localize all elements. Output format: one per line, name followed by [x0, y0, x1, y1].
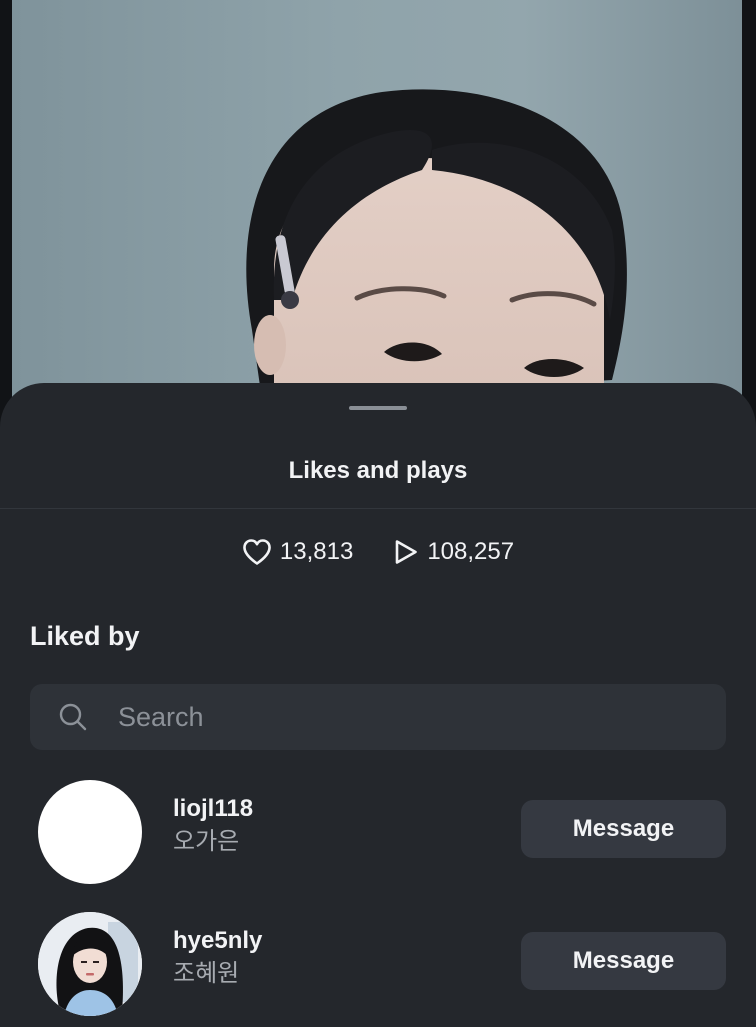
- message-button[interactable]: Message: [521, 800, 726, 858]
- list-item[interactable]: hye5nly 조혜원 Message: [0, 912, 756, 1016]
- full-name: 오가은: [173, 827, 240, 855]
- avatar[interactable]: [38, 780, 142, 884]
- divider: [0, 508, 756, 509]
- full-name: 조혜원: [173, 959, 240, 987]
- plays-count: 108,257: [427, 538, 515, 565]
- user-names: hye5nly 조혜원: [173, 926, 262, 990]
- search-bar[interactable]: [30, 684, 726, 750]
- plays-stat: 108,257: [393, 538, 514, 566]
- avatar[interactable]: [38, 912, 142, 1016]
- likes-stat: 13,813: [242, 538, 353, 566]
- message-button[interactable]: Message: [521, 932, 726, 990]
- heart-icon: [242, 538, 272, 566]
- list-item[interactable]: liojl118 오가은 Message: [0, 780, 756, 884]
- username[interactable]: hye5nly: [173, 926, 262, 956]
- avatar-photo: [38, 912, 142, 1016]
- liked-by-heading: Liked by: [30, 621, 140, 651]
- post-photo[interactable]: [12, 0, 742, 420]
- stats-row: 13,813 108,257: [0, 533, 756, 571]
- likes-count: 13,813: [279, 538, 354, 565]
- likes-and-plays-sheet: Likes and plays 13,813 108,257 Liked by …: [0, 383, 756, 1027]
- search-input[interactable]: [118, 701, 638, 733]
- post-photo-illustration: [246, 89, 627, 420]
- sheet-drag-handle[interactable]: [349, 406, 407, 410]
- screen: Likes and plays 13,813 108,257 Liked by …: [0, 0, 756, 1027]
- username[interactable]: liojl118: [173, 794, 253, 824]
- sheet-title: Likes and plays: [288, 457, 468, 484]
- search-icon: [58, 702, 88, 732]
- play-icon: [393, 538, 419, 566]
- user-names: liojl118 오가은: [173, 794, 253, 858]
